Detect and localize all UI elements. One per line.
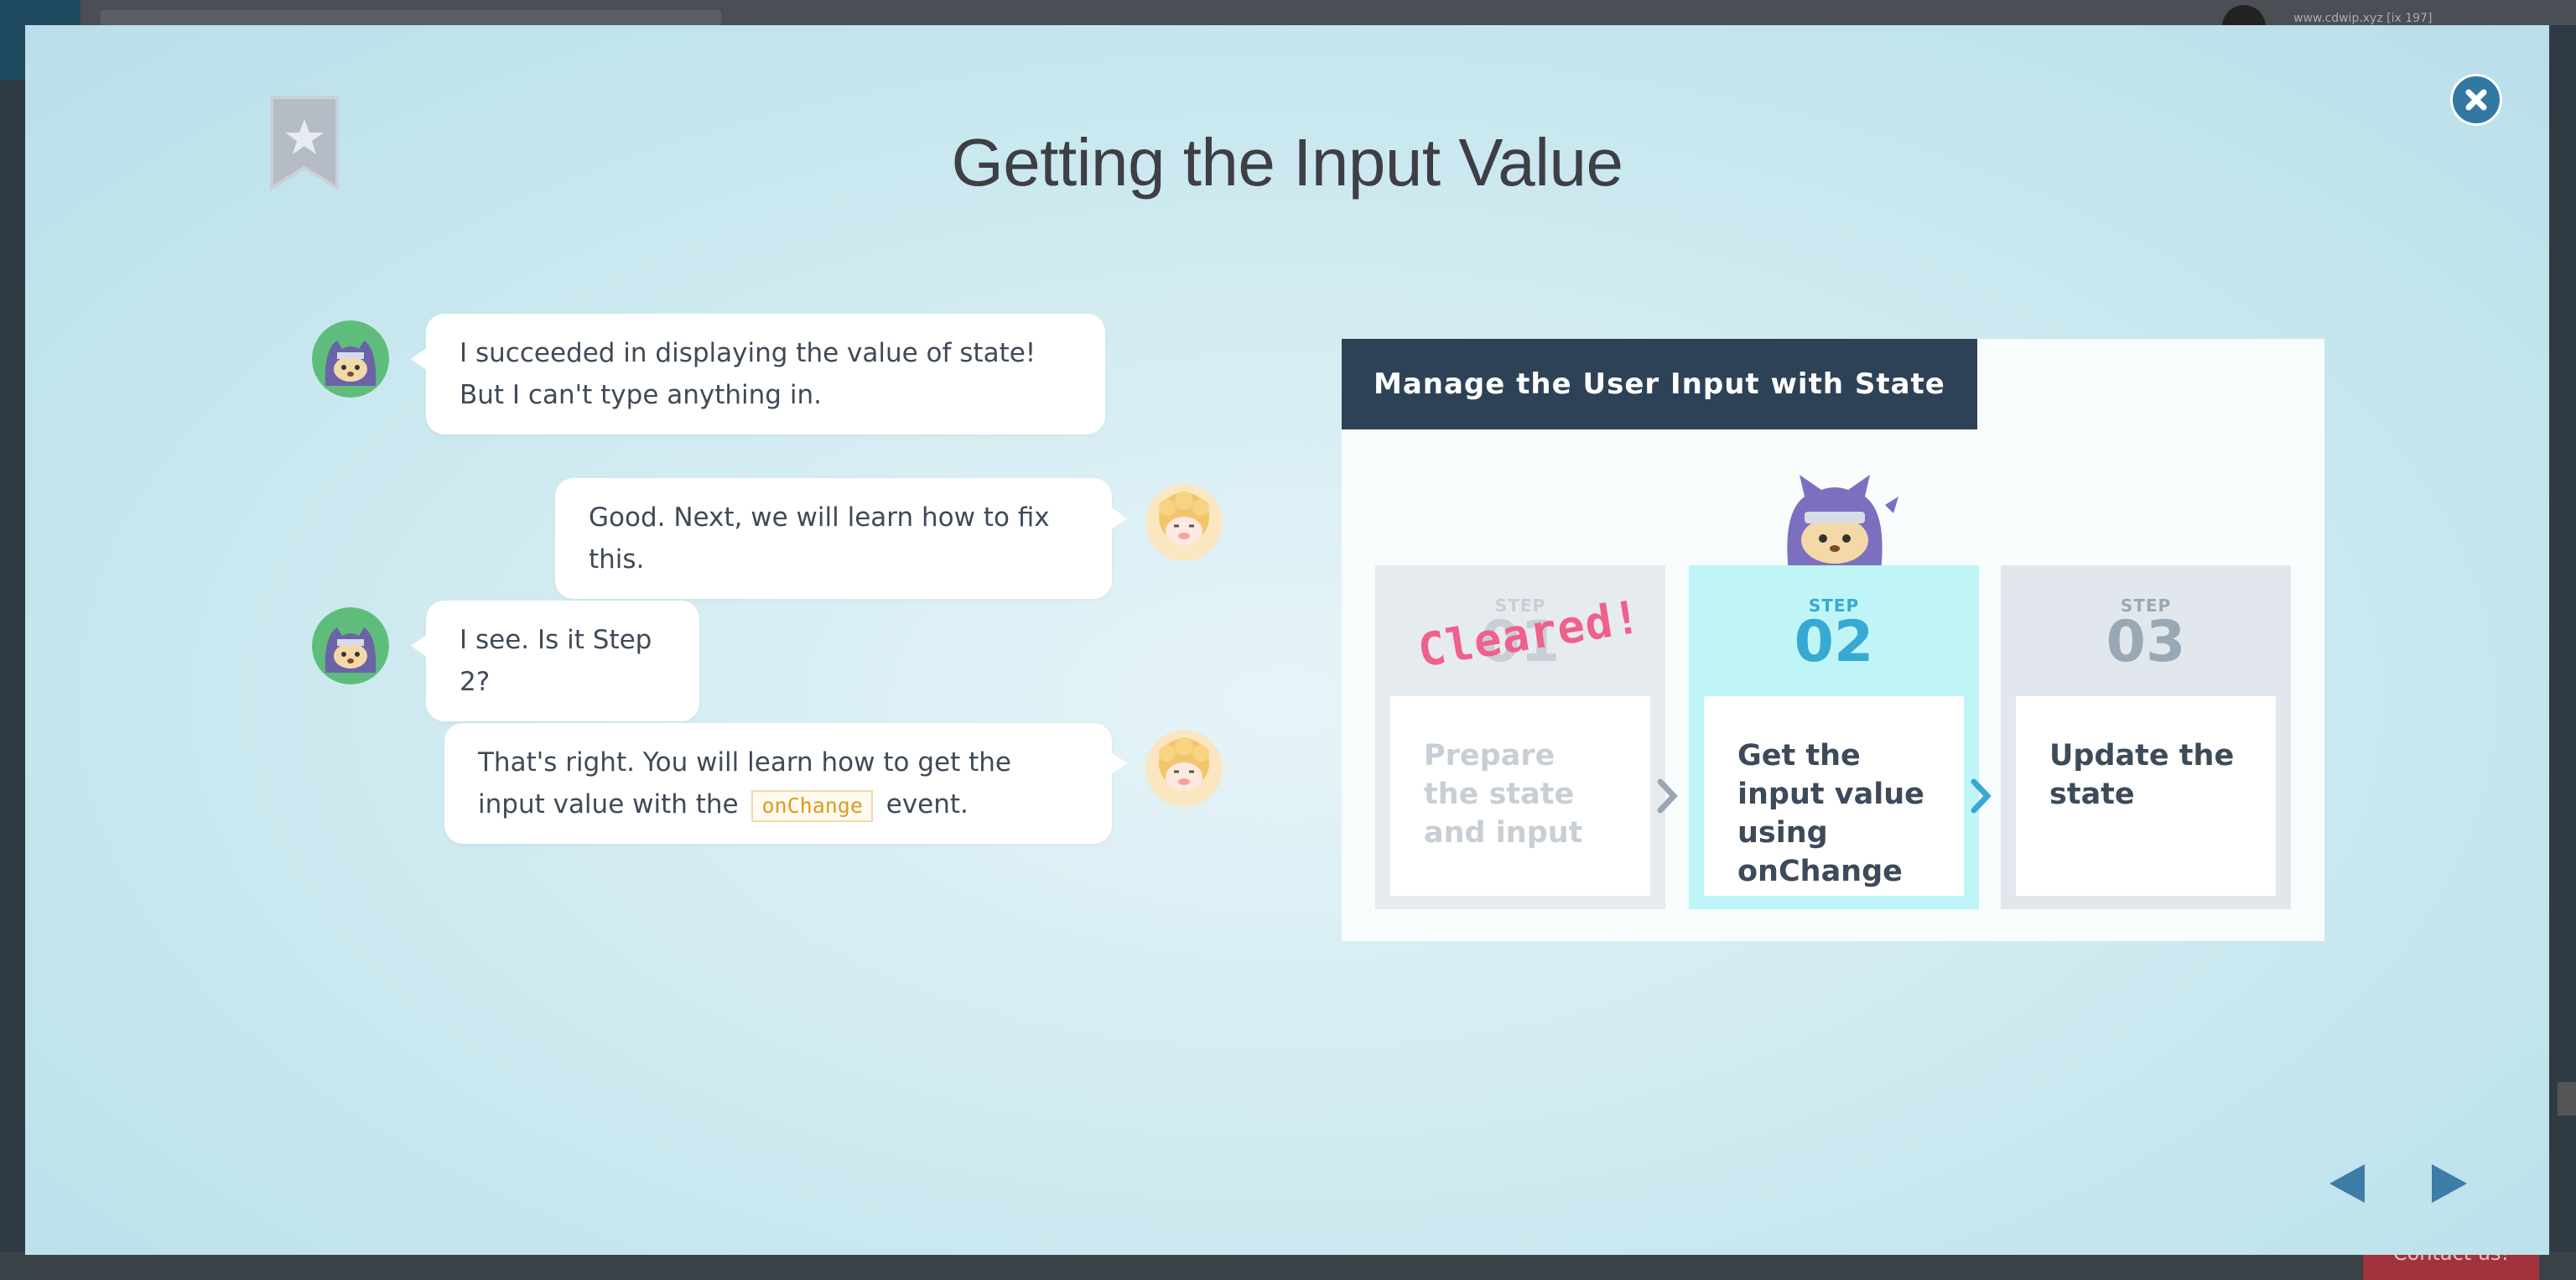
step-3-number: 03 [2106, 609, 2186, 675]
page-title: Getting the Input Value [951, 125, 1623, 200]
step-2-text: Get the input value using onChange [1704, 696, 1964, 896]
prev-arrow-icon[interactable] [2326, 1161, 2368, 1206]
background-search-bar [101, 10, 721, 25]
background-url-text: www.cdwip.xyz [ix 197] [2293, 12, 2433, 25]
ninja-cat-avatar [312, 320, 389, 398]
chat-bubble-2: Good. Next, we will learn how to fix thi… [555, 478, 1127, 599]
lesson-modal: Getting the Input Value I succeeded in d… [25, 25, 2549, 1255]
next-arrow-icon[interactable] [2428, 1161, 2470, 1206]
step-2: STEP 02 Get the input value using onChan… [1689, 565, 1979, 909]
card-header: Manage the User Input with State [1342, 339, 1977, 429]
background-scrollbar [2558, 1082, 2576, 1116]
step-2-number: 02 [1794, 609, 1874, 675]
sheep-avatar [1145, 730, 1223, 807]
step-3-text: Update the state [2016, 696, 2276, 896]
code-snippet-onchange: onChange [751, 789, 873, 822]
ninja-cat-mascot [1787, 475, 1898, 579]
chat-bubble-4: That's right. You will learn how to get … [444, 723, 1127, 844]
chat-bubble-4-text-after: event. [877, 789, 969, 820]
chevron-right-icon [1657, 778, 1678, 814]
close-icon[interactable] [2450, 74, 2502, 126]
step-1-text: Prepare the state and input [1390, 696, 1650, 896]
chat-bubble-1: I succeeded in displaying the value of s… [411, 314, 1105, 434]
ninja-cat-avatar [312, 607, 389, 684]
chevron-right-icon [1971, 778, 1992, 814]
background-topbar: www.cdwip.xyz [ix 197] [0, 0, 2576, 81]
steps-card: Manage the User Input with State STEP 01… [1342, 339, 2324, 941]
chat-bubble-3: I see. Is it Step 2? [411, 601, 699, 721]
step-3: STEP 03 Update the state [2001, 565, 2291, 909]
background-bottombar [0, 1251, 2576, 1280]
sheep-avatar [1145, 484, 1223, 561]
